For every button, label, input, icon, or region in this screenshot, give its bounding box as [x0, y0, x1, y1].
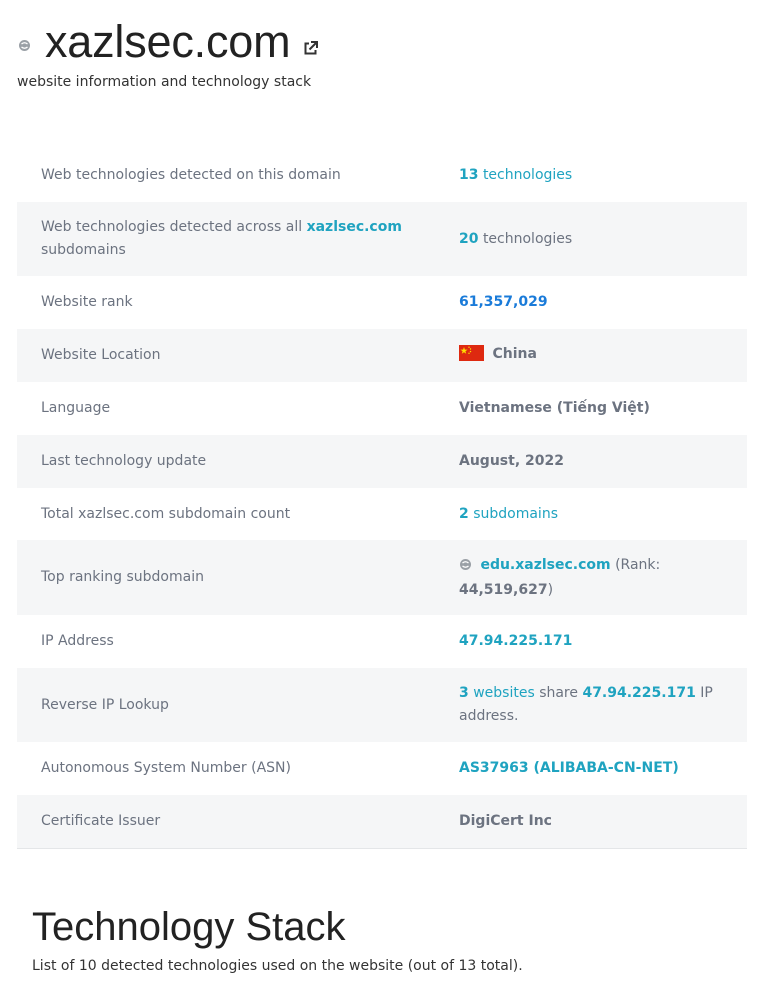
- tech-count-link[interactable]: 13: [459, 167, 478, 183]
- label-subdomain-count: Total xazlsec.com subdomain count: [41, 505, 291, 522]
- row-language: Language Vietnamese (Tiếng Việt): [17, 382, 747, 435]
- row-last-update: Last technology update August, 2022: [17, 435, 747, 488]
- websites-link[interactable]: websites: [473, 685, 535, 701]
- label-text: Web technologies detected across all: [41, 219, 303, 235]
- domain-link[interactable]: xazlsec.com: [307, 219, 402, 235]
- row-tech-domain: Web technologies detected on this domain…: [17, 149, 747, 202]
- value-rank: 61,357,029: [459, 276, 747, 329]
- value-language: Vietnamese (Tiếng Việt): [459, 382, 747, 435]
- label-tech-subdomains: Web technologies detected across all xaz…: [17, 202, 459, 276]
- reverse-ip-link[interactable]: 47.94.225.171: [582, 685, 695, 701]
- china-flag-icon: [459, 344, 484, 369]
- section-title: Technology Stack: [32, 905, 346, 949]
- value-tech-domain: 13 technologies: [459, 149, 747, 202]
- row-cert: Certificate Issuer DigiCert Inc: [17, 795, 747, 849]
- section-subtitle: List of 10 detected technologies used on…: [32, 958, 523, 974]
- row-tech-subdomains: Web technologies detected across all xaz…: [17, 202, 747, 276]
- label-language: Language: [41, 400, 111, 416]
- row-rank: Website rank 61,357,029: [17, 276, 747, 329]
- rank-link[interactable]: 61,357,029: [459, 294, 548, 310]
- sub-tech-unit: technologies: [482, 230, 573, 247]
- language-value: Vietnamese (Tiếng Việt): [459, 400, 650, 416]
- asn-link[interactable]: AS37963 (ALIBABA-CN-NET): [459, 760, 679, 776]
- value-subdomain-count: 2 subdomains: [459, 488, 747, 540]
- label-rank: Website rank: [41, 294, 133, 310]
- share-text: share: [539, 685, 578, 701]
- top-subdomain-link[interactable]: edu.xazlsec.com: [480, 557, 610, 573]
- value-last-update: August, 2022: [459, 435, 747, 488]
- value-reverse-ip: 3 websites share 47.94.225.171 IP addres…: [459, 668, 747, 742]
- label-tech-domain: Web technologies detected on this domain: [41, 167, 341, 183]
- subdomain-rank: 44,519,627: [459, 581, 548, 598]
- label-location: Website Location: [17, 329, 459, 382]
- value-tech-subdomains: 20 technologies: [459, 202, 747, 276]
- row-subdomain-count: Total xazlsec.com subdomain count 2 subd…: [17, 488, 747, 540]
- label-asn: Autonomous System Number (ASN): [41, 760, 291, 776]
- value-asn: AS37963 (ALIBABA-CN-NET): [459, 742, 747, 795]
- last-update-value: August, 2022: [459, 453, 564, 469]
- location-value: China: [492, 345, 537, 362]
- subdomain-favicon-icon: [459, 556, 472, 579]
- sub-tech-count-link[interactable]: 20: [459, 231, 478, 247]
- external-link-icon[interactable]: [302, 40, 319, 57]
- value-ip: 47.94.225.171: [459, 615, 747, 668]
- site-favicon-icon: [17, 38, 31, 52]
- subdomains-link[interactable]: subdomains: [473, 506, 558, 522]
- page-subtitle: website information and technology stack: [17, 74, 312, 90]
- page-title: xazlsec.com: [45, 16, 291, 67]
- label-last-update: Last technology update: [17, 435, 459, 488]
- label-ip: IP Address: [41, 633, 114, 649]
- domain-info-table: Web technologies detected on this domain…: [17, 149, 747, 849]
- row-reverse-ip: Reverse IP Lookup 3 websites share 47.94…: [17, 668, 747, 742]
- rank-prefix: (Rank:: [615, 556, 661, 573]
- row-location: Website Location China: [17, 329, 747, 382]
- tech-unit-link[interactable]: technologies: [483, 167, 572, 183]
- value-cert: DigiCert Inc: [459, 795, 747, 849]
- label-top-subdomain: Top ranking subdomain: [17, 540, 459, 615]
- ip-link[interactable]: 47.94.225.171: [459, 633, 572, 649]
- cert-value: DigiCert Inc: [459, 812, 552, 829]
- row-asn: Autonomous System Number (ASN) AS37963 (…: [17, 742, 747, 795]
- row-top-subdomain: Top ranking subdomain edu.xazlsec.com (R…: [17, 540, 747, 615]
- label-cert: Certificate Issuer: [17, 795, 459, 849]
- page-header: xazlsec.com website information and tech…: [17, 14, 319, 90]
- label-reverse-ip: Reverse IP Lookup: [17, 668, 459, 742]
- label-text: subdomains: [41, 242, 126, 258]
- subdomain-count-link[interactable]: 2: [459, 506, 469, 522]
- reverse-count-link[interactable]: 3: [459, 685, 469, 701]
- value-location: China: [459, 329, 747, 382]
- rank-suffix: ): [547, 581, 554, 598]
- value-top-subdomain: edu.xazlsec.com (Rank: 44,519,627): [459, 540, 747, 615]
- title-row: xazlsec.com: [17, 14, 319, 70]
- row-ip: IP Address 47.94.225.171: [17, 615, 747, 668]
